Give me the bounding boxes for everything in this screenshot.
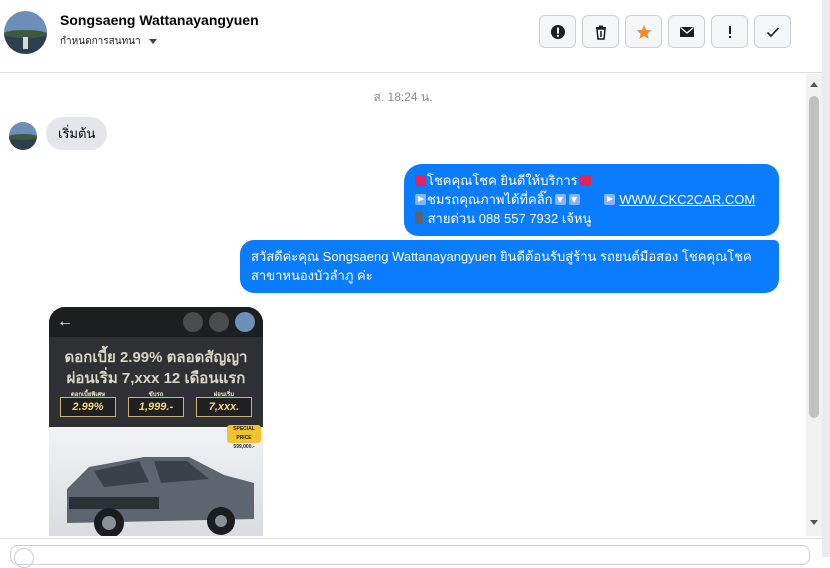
assign-conversation-dropdown[interactable]: กำหนดการสนทนา: [60, 34, 157, 49]
contact-avatar[interactable]: [4, 11, 47, 54]
message-text: สายด่วน 088 557 7932 เจ้หนู: [427, 211, 592, 226]
incoming-message: เริ่มต้น: [46, 117, 108, 150]
mark-done-button[interactable]: [754, 15, 791, 48]
down-arrow-emoji-icon: [568, 194, 580, 205]
outgoing-message: โชคคุณโชค ยินดีให้บริการ ชมรถคุณภาพได้ที…: [404, 164, 779, 236]
promo-box-value: 1,999.-: [138, 401, 174, 413]
promo-text: ดอกเบี้ย 2.99% ตลอดสัญญา ผ่อนเริ่ม 7,xxx…: [49, 337, 263, 389]
message-timestamp: ส. 18:24 น.: [373, 90, 433, 104]
promo-boxes: ดอกเบี้ยพิเศษ 2.99% ขับรถ 1,999.- ผ่อนเร…: [49, 392, 263, 417]
envelope-icon: [679, 26, 694, 37]
star-icon: [636, 24, 651, 39]
search-icon: [209, 312, 229, 332]
mark-spam-button[interactable]: [539, 15, 576, 48]
contact-name[interactable]: Songsaeng Wattanayangyuen: [60, 12, 259, 28]
promo-box-caption: ผ่อนเริ่ม: [213, 392, 235, 398]
window-edge: [822, 0, 830, 557]
promo-box: ดอกเบี้ยพิเศษ 2.99%: [60, 392, 116, 417]
message-text: โชคคุณโชค ยินดีให้บริการ: [427, 173, 578, 188]
alert-circle-icon: [550, 24, 565, 39]
message-line: โชคคุณโชค ยินดีให้บริการ: [415, 171, 768, 190]
message-composer: [0, 538, 822, 568]
sparkle-emoji-icon: [579, 175, 591, 186]
play-emoji-icon: [603, 194, 615, 205]
promo-box-value: 7,xxx.: [208, 401, 240, 413]
promo-line: ดอกเบี้ย 2.99% ตลอดสัญญา: [64, 349, 248, 366]
image-top-bar: ←: [49, 307, 263, 337]
avatar: [235, 312, 255, 332]
thread-scrollbar[interactable]: [806, 74, 822, 536]
website-link[interactable]: WWW.CKC2CAR.COM: [619, 192, 755, 207]
down-arrow-emoji-icon: [554, 194, 566, 205]
reply-input[interactable]: [10, 545, 810, 565]
back-arrow-icon: ←: [57, 313, 73, 330]
trash-icon: [595, 25, 606, 40]
outgoing-message: สวัสดีค่ะคุณ Songsaeng Wattanayangyuen ย…: [240, 240, 779, 293]
exclamation-icon: [728, 25, 731, 38]
header-actions: [539, 15, 791, 48]
promo-box-caption: ดอกเบี้ยพิเศษ: [70, 392, 106, 398]
promo-box-caption: ขับรถ: [148, 392, 164, 398]
sparkle-emoji-icon: [415, 175, 426, 186]
conversation-header: Songsaeng Wattanayangyuen กำหนดการสนทนา: [0, 0, 822, 73]
play-emoji-icon: [415, 194, 426, 205]
promo-box: ขับรถ 1,999.-: [128, 392, 184, 417]
mark-unread-button[interactable]: [668, 15, 705, 48]
message-text: ชมรถคุณภาพได้ที่คลิ๊ก: [427, 192, 553, 207]
scroll-up-arrow-icon[interactable]: [810, 82, 818, 87]
scroll-down-arrow-icon[interactable]: [810, 520, 818, 525]
special-price-badge: SPECIAL PRICE 599,000.-: [227, 425, 261, 450]
message-line: ชมรถคุณภาพได้ที่คลิ๊ก WWW.CKC2CAR.COM: [415, 190, 768, 209]
image-attachment[interactable]: ← ดอกเบี้ย 2.99% ตลอดสัญญา ผ่อนเริ่ม 7,x…: [49, 307, 263, 536]
star-button[interactable]: [625, 15, 662, 48]
promo-box: ผ่อนเริ่ม 7,xxx.: [196, 392, 252, 417]
sender-avatar: [9, 122, 37, 150]
check-icon: [766, 26, 779, 37]
promo-box-value: 2.99%: [72, 401, 104, 413]
camera-icon: [183, 312, 203, 332]
promo-line: ผ่อนเริ่ม 7,xxx 12 เดือนแรก: [66, 370, 246, 387]
badge-line: 599,000.-: [233, 444, 255, 450]
chevron-down-icon: [148, 39, 157, 44]
message-thread: ส. 18:24 น. เริ่มต้น โชคคุณโชค ยินดีให้บ…: [0, 74, 806, 536]
message-line: สายด่วน 088 557 7932 เจ้หนู: [415, 209, 768, 228]
scrollbar-thumb[interactable]: [809, 96, 819, 418]
follow-up-button[interactable]: [711, 15, 748, 48]
profile-icon: [14, 548, 34, 568]
assign-label: กำหนดการสนทนา: [60, 36, 141, 47]
badge-line: SPECIAL PRICE: [233, 426, 255, 441]
delete-button[interactable]: [582, 15, 619, 48]
phone-emoji-icon: [415, 212, 423, 224]
